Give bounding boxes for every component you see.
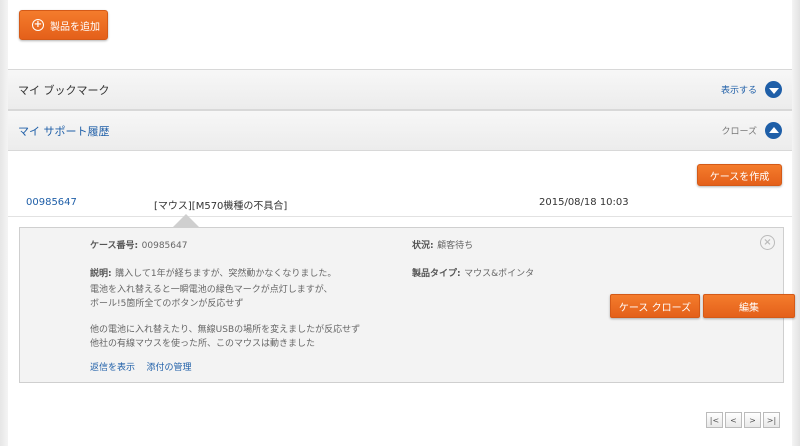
close-history-link[interactable]: クローズ — [721, 124, 757, 137]
case-number-value: 00985647 — [141, 241, 188, 251]
description-line: 電池を入れ替えると一瞬電池の緑色マークが点灯しますが、 — [90, 285, 333, 295]
edit-button[interactable]: 編集 — [703, 294, 795, 318]
show-reply-link[interactable]: 返信を表示 — [90, 363, 135, 373]
case-number-link[interactable]: 00985647 — [26, 197, 77, 208]
description-line: ボール!5箇所全てのボタンが反応せず — [90, 299, 244, 309]
create-case-button[interactable]: ケースを作成 — [697, 164, 782, 186]
my-bookmarks-section-header[interactable]: マイ ブックマーク 表示する — [8, 69, 792, 110]
case-subject: [マウス][M570機種の不具合] — [154, 201, 288, 212]
my-support-history-section-header[interactable]: マイ サポート履歴 クローズ — [8, 110, 792, 151]
show-bookmarks-link[interactable]: 表示する — [721, 83, 757, 96]
chevron-up-circle-icon[interactable] — [765, 122, 782, 139]
first-page-button[interactable]: |< — [706, 412, 723, 428]
close-icon[interactable]: × — [760, 235, 775, 250]
my-bookmarks-title: マイ ブックマーク — [18, 83, 110, 97]
status-value: 顧客待ち — [437, 241, 474, 251]
case-row[interactable]: 00985647 [マウス][M570機種の不具合] 2015/08/18 10… — [8, 187, 792, 217]
description-label: 説明: — [90, 269, 112, 279]
page: + 製品を追加 マイ ブックマーク 表示する マイ サポート履歴 クローズ ケー… — [8, 0, 795, 446]
plus-circle-icon: + — [32, 19, 44, 31]
case-date: 2015/08/18 10:03 — [539, 197, 629, 208]
chevron-down-circle-icon[interactable] — [765, 81, 782, 98]
description-line: 他社の有線マウスを使った所、このマウスは動きました — [90, 339, 316, 349]
add-product-button[interactable]: + 製品を追加 — [19, 10, 108, 40]
next-page-button[interactable]: > — [744, 412, 761, 428]
case-detail-panel: ケース番号: 00985647 状況: 顧客待ち × 説明: 購入して1年が経ち… — [19, 227, 795, 383]
description-line: 購入して1年が経ちますが、突然動かなくなりました。 — [115, 269, 337, 279]
product-type-label: 製品タイプ: — [412, 269, 461, 279]
product-type-value: マウス&ポインタ — [464, 269, 535, 279]
case-number-label: ケース番号: — [90, 241, 139, 251]
description-line: 他の電池に入れ替えたり、無線USBの場所を変えましたが反応せず — [90, 325, 361, 335]
prev-page-button[interactable]: < — [725, 412, 742, 428]
top-toolbar: + 製品を追加 — [8, 0, 792, 68]
detail-pointer — [173, 214, 199, 227]
my-support-history-title: マイ サポート履歴 — [18, 124, 110, 138]
add-product-label: 製品を追加 — [50, 21, 100, 33]
status-label: 状況: — [412, 241, 434, 251]
manage-attachments-link[interactable]: 添付の管理 — [147, 363, 192, 373]
close-case-button[interactable]: ケース クローズ — [610, 294, 700, 318]
last-page-button[interactable]: >| — [763, 412, 780, 428]
